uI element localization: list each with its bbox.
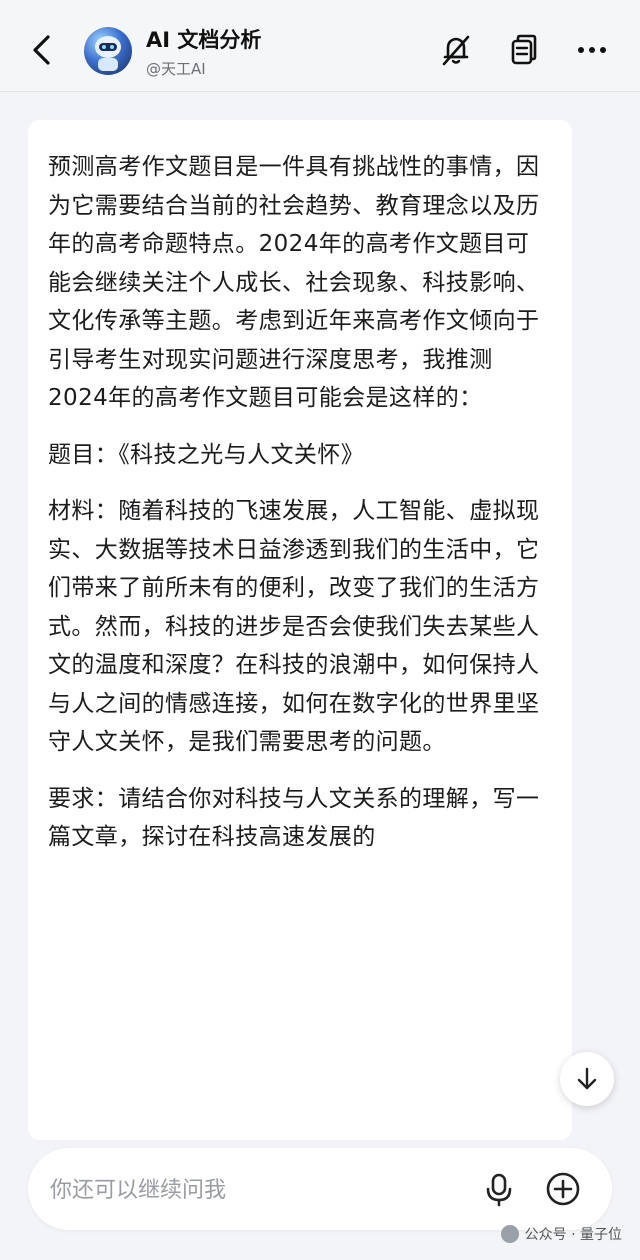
scroll-to-bottom-button[interactable] xyxy=(560,1052,614,1106)
wechat-logo-icon xyxy=(500,1225,519,1243)
copy-button[interactable] xyxy=(504,30,544,70)
copy-icon xyxy=(511,34,537,65)
message-input-bar xyxy=(28,1148,612,1230)
watermark-text: 公众号 · 量子位 xyxy=(524,1227,622,1243)
robot-avatar-icon xyxy=(95,36,121,71)
voice-input-button[interactable] xyxy=(480,1170,518,1208)
bot-avatar[interactable] xyxy=(84,27,132,75)
message-paragraph-requirement: 要求：请结合你对科技与人文关系的理解，写一篇文章，探讨在科技高速发展的 xyxy=(48,785,540,851)
mute-button[interactable] xyxy=(436,30,476,70)
chat-subtitle: @天工AI xyxy=(146,60,206,78)
arrow-down-icon xyxy=(577,1067,597,1090)
more-icon xyxy=(578,47,606,53)
chat-header: AI 文档分析 @天工AI xyxy=(0,0,640,92)
mute-icon xyxy=(442,35,470,66)
message-paragraph-title: 题目：《科技之光与人文关怀》 xyxy=(48,441,365,468)
more-button[interactable] xyxy=(572,30,612,70)
back-arrow-icon xyxy=(33,35,50,65)
add-attachment-button[interactable] xyxy=(544,1170,582,1208)
watermark: 公众号 · 量子位 xyxy=(500,1224,622,1244)
message-paragraph-intro: 预测高考作文题目是一件具有挑战性的事情，因为它需要结合当前的社会趋势、教育理念以… xyxy=(48,154,540,411)
bot-message-bubble: 预测高考作文题目是一件具有挑战性的事情，因为它需要结合当前的社会趋势、教育理念以… xyxy=(28,120,572,1140)
plus-circle-icon xyxy=(546,1172,580,1206)
back-button[interactable] xyxy=(24,30,60,70)
message-paragraph-material: 材料：随着科技的飞速发展，人工智能、虚拟现实、大数据等技术日益渗透到我们的生活中… xyxy=(48,498,540,755)
message-input[interactable] xyxy=(48,1168,462,1212)
microphone-icon xyxy=(486,1173,512,1207)
chat-title: AI 文档分析 xyxy=(146,28,262,52)
